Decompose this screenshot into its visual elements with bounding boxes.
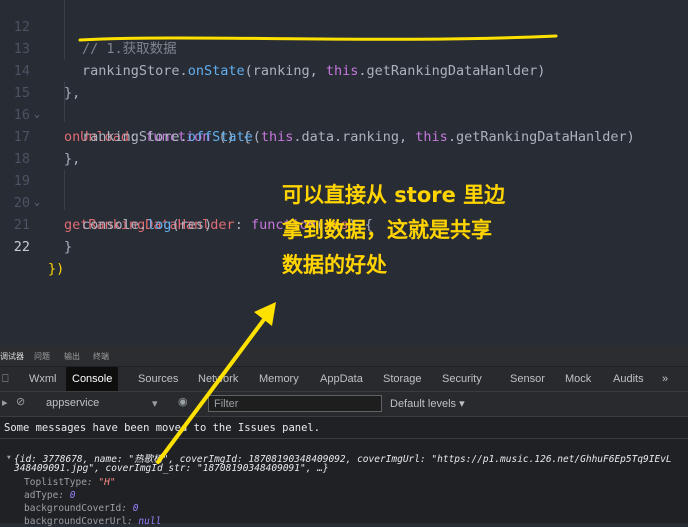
console-toolbar: ▸ ⊘ appservice ▾ ◉ Filter Default levels… xyxy=(0,392,688,417)
tab-security[interactable]: Security xyxy=(442,367,482,391)
inspect-icon[interactable]: ⎕ xyxy=(2,367,9,391)
tab-wxml[interactable]: Wxml xyxy=(29,367,57,391)
annotation-line: 拿到数据，这就是共享 xyxy=(282,218,492,242)
highlight-underline xyxy=(78,34,558,42)
annotation-text: 可以直接从 store 里边 拿到数据，这就是共享 数据的好处 xyxy=(282,178,582,283)
annotation-arrow xyxy=(156,302,276,464)
object-property: adType: 0 xyxy=(24,490,76,501)
code-line-18: 18 xyxy=(0,126,688,167)
line-number: 22 xyxy=(13,239,30,255)
devtools-tabbar: ⎕ Wxml Console Sources Network Memory Ap… xyxy=(0,367,688,392)
panel-tab-output[interactable]: 输出 xyxy=(64,351,80,362)
tab-storage[interactable]: Storage xyxy=(383,367,422,391)
panel-tab-problems[interactable]: 问题 xyxy=(34,351,50,362)
panel-tab-debugger[interactable]: 调试器 xyxy=(0,351,24,362)
tab-console[interactable]: Console xyxy=(66,367,119,391)
annotation-line: 数据的好处 xyxy=(282,253,387,277)
tab-mock[interactable]: Mock xyxy=(565,367,591,391)
console-message: Some messages have been moved to the Iss… xyxy=(0,417,688,439)
object-property: backgroundCoverId: 0 xyxy=(24,503,139,514)
annotation-line: 可以直接从 store 里边 xyxy=(282,183,506,207)
code-line-16: 16 rankingStore.offState(this.data.ranki… xyxy=(0,82,688,145)
code-text: }) xyxy=(48,261,65,277)
code-line-17: 17 }, xyxy=(0,104,688,167)
object-property: backgroundCoverUrl: null xyxy=(24,516,162,527)
tab-appdata[interactable]: AppData xyxy=(320,367,363,391)
object-property: ToplistType: "H" xyxy=(24,477,116,488)
sidebar-toggle-icon[interactable]: ▸ xyxy=(2,396,8,409)
log-levels-select[interactable]: Default levels ▾ xyxy=(390,397,465,410)
code-line-15: 15 ⌄ onUnload: function () { xyxy=(0,60,688,145)
code-line-12: 12 // 1.获取数据 xyxy=(0,0,688,57)
code-line-19: 19 ⌄ getRankingDataHanlder: function(res… xyxy=(0,148,688,233)
code-editor[interactable]: 12 // 1.获取数据 13 rankingStore.onState(ran… xyxy=(0,0,688,340)
panel-tab-terminal[interactable]: 终端 xyxy=(93,351,109,362)
more-tabs-icon[interactable]: » xyxy=(662,367,668,391)
tab-audits[interactable]: Audits xyxy=(613,367,644,391)
bottom-panel-tabs: 调试器 问题 输出 终端 xyxy=(0,346,688,366)
clear-console-icon[interactable]: ⊘ xyxy=(16,395,25,408)
object-expand-icon[interactable]: ▾ xyxy=(6,452,12,463)
code-text: } xyxy=(64,239,73,255)
context-select[interactable]: appservice xyxy=(46,397,99,409)
tab-sensor[interactable]: Sensor xyxy=(510,367,545,391)
